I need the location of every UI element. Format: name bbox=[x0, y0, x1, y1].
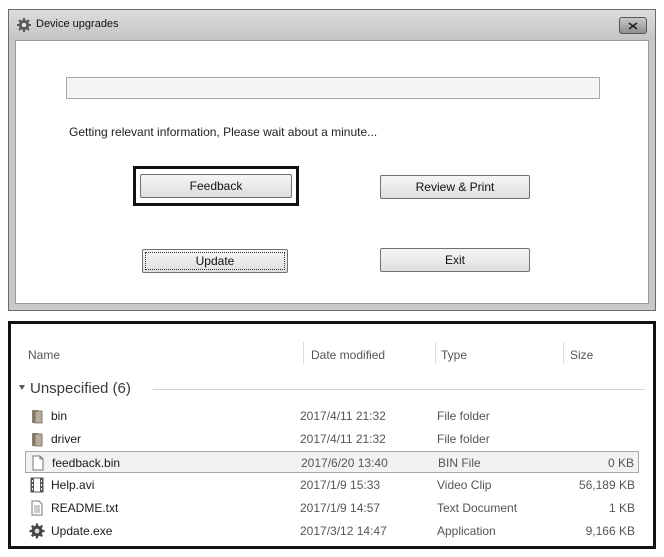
update-button[interactable]: Update bbox=[142, 249, 288, 273]
title-bar[interactable]: Device upgrades bbox=[9, 10, 655, 40]
file-row[interactable]: Update.exe 2017/3/12 14:47 Application 9,16… bbox=[25, 520, 639, 542]
file-size: 1 KB bbox=[608, 501, 635, 515]
column-divider[interactable] bbox=[563, 342, 564, 364]
window-title: Device upgrades bbox=[36, 18, 119, 30]
file-type: File folder bbox=[437, 432, 490, 446]
close-icon bbox=[628, 21, 638, 30]
exit-button[interactable]: Exit bbox=[380, 248, 530, 272]
file-name: README.txt bbox=[51, 501, 119, 515]
file-type: BIN File bbox=[438, 456, 481, 470]
file-row[interactable]: bin 2017/4/11 21:32 File folder bbox=[25, 405, 639, 427]
file-type: Text Document bbox=[437, 501, 518, 515]
group-divider bbox=[153, 389, 645, 390]
gear-icon bbox=[17, 18, 31, 32]
folder-icon bbox=[29, 431, 45, 447]
file-name: Help.avi bbox=[51, 478, 95, 492]
file-row[interactable]: README.txt 2017/1/9 14:57 Text Document 1 K… bbox=[25, 497, 639, 519]
column-header-type[interactable]: Type bbox=[441, 348, 467, 362]
file-type: File folder bbox=[437, 409, 490, 423]
status-message: Getting relevant information, Please wai… bbox=[69, 125, 378, 139]
file-date-modified: 2017/1/9 14:57 bbox=[300, 501, 381, 515]
review-print-button[interactable]: Review & Print bbox=[380, 175, 530, 199]
group-label: Unspecified (6) bbox=[30, 380, 131, 397]
file-name: feedback.bin bbox=[52, 456, 121, 470]
text-file-icon bbox=[29, 500, 45, 516]
column-header-size[interactable]: Size bbox=[570, 348, 593, 362]
file-name: bin bbox=[51, 409, 68, 423]
file-row[interactable]: feedback.bin 2017/6/20 13:40 BIN File 0 KB bbox=[25, 451, 639, 473]
file-date-modified: 2017/4/11 21:32 bbox=[300, 432, 386, 446]
dialog-content: Getting relevant information, Please wai… bbox=[15, 40, 649, 304]
file-type: Video Clip bbox=[437, 478, 492, 492]
collapse-triangle-icon[interactable] bbox=[19, 385, 25, 390]
column-header-date[interactable]: Date modified bbox=[311, 348, 385, 362]
device-upgrades-window: Device upgrades Getting relevant informa… bbox=[8, 9, 656, 311]
file-date-modified: 2017/1/9 15:33 bbox=[300, 478, 381, 492]
file-size: 9,166 KB bbox=[585, 524, 635, 538]
column-header-name[interactable]: Name bbox=[28, 348, 60, 362]
file-row[interactable]: Help.avi 2017/1/9 15:33 Video Clip 56,189 K… bbox=[25, 474, 639, 496]
video-icon bbox=[29, 477, 45, 493]
file-date-modified: 2017/4/11 21:32 bbox=[300, 409, 386, 423]
group-header[interactable]: Unspecified (6) bbox=[17, 378, 645, 400]
file-type: Application bbox=[437, 524, 496, 538]
file-row[interactable]: driver 2017/4/11 21:32 File folder bbox=[25, 428, 639, 450]
file-size: 0 KB bbox=[607, 456, 634, 470]
file-name: Update.exe bbox=[51, 524, 113, 538]
folder-icon bbox=[29, 408, 45, 424]
column-divider[interactable] bbox=[435, 342, 436, 364]
feedback-button[interactable]: Feedback bbox=[140, 174, 292, 198]
file-date-modified: 2017/3/12 14:47 bbox=[300, 524, 387, 538]
file-explorer-list: Name Date modified Type Size Unspecified… bbox=[8, 321, 656, 549]
file-date-modified: 2017/6/20 13:40 bbox=[301, 456, 388, 470]
progress-bar bbox=[66, 77, 600, 99]
column-divider[interactable] bbox=[303, 342, 304, 364]
file-icon bbox=[30, 455, 46, 471]
close-button[interactable] bbox=[619, 17, 647, 34]
focus-rectangle bbox=[145, 252, 285, 270]
gear-icon bbox=[29, 523, 45, 539]
file-name: driver bbox=[51, 432, 82, 446]
file-size: 56,189 KB bbox=[578, 478, 635, 492]
